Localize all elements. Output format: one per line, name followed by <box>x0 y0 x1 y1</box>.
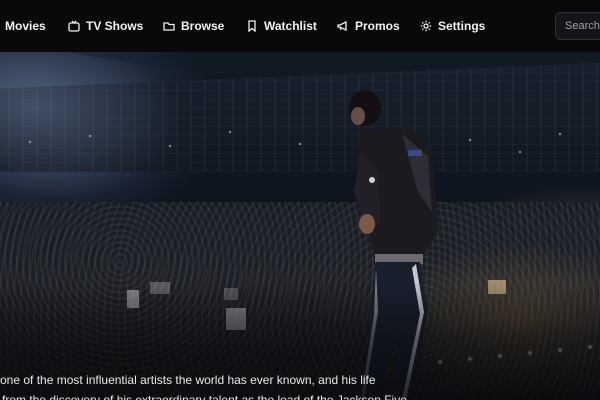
hero-banner <box>0 52 600 400</box>
tv-icon <box>68 20 80 32</box>
nav-item-movies[interactable]: Movies <box>5 0 46 52</box>
nav-item-label: Browse <box>181 19 225 33</box>
nav-item-tv-shows[interactable]: TV Shows <box>68 0 143 52</box>
nav-item-promos[interactable]: Promos <box>337 0 400 52</box>
gear-icon <box>420 20 432 32</box>
folder-icon <box>163 20 175 32</box>
nav-item-browse[interactable]: Browse <box>163 0 224 52</box>
top-navbar: Movies TV Shows Browse Watchlist Promos … <box>0 0 600 52</box>
search-input[interactable] <box>555 12 600 40</box>
nav-item-label: Settings <box>438 19 486 33</box>
nav-item-label: Watchlist <box>264 19 317 33</box>
nav-item-label: Movies <box>5 19 46 33</box>
nav-item-settings[interactable]: Settings <box>420 0 485 52</box>
nav-item-watchlist[interactable]: Watchlist <box>246 0 317 52</box>
description-line: from the discovery of his extraordinary … <box>2 393 407 400</box>
hero-description: one of the most influential artists the … <box>0 370 600 400</box>
nav-item-label: Promos <box>355 19 400 33</box>
nav-item-label: TV Shows <box>86 19 144 33</box>
megaphone-icon <box>337 20 349 32</box>
bookmark-icon <box>246 20 258 32</box>
description-line: one of the most influential artists the … <box>0 373 376 387</box>
